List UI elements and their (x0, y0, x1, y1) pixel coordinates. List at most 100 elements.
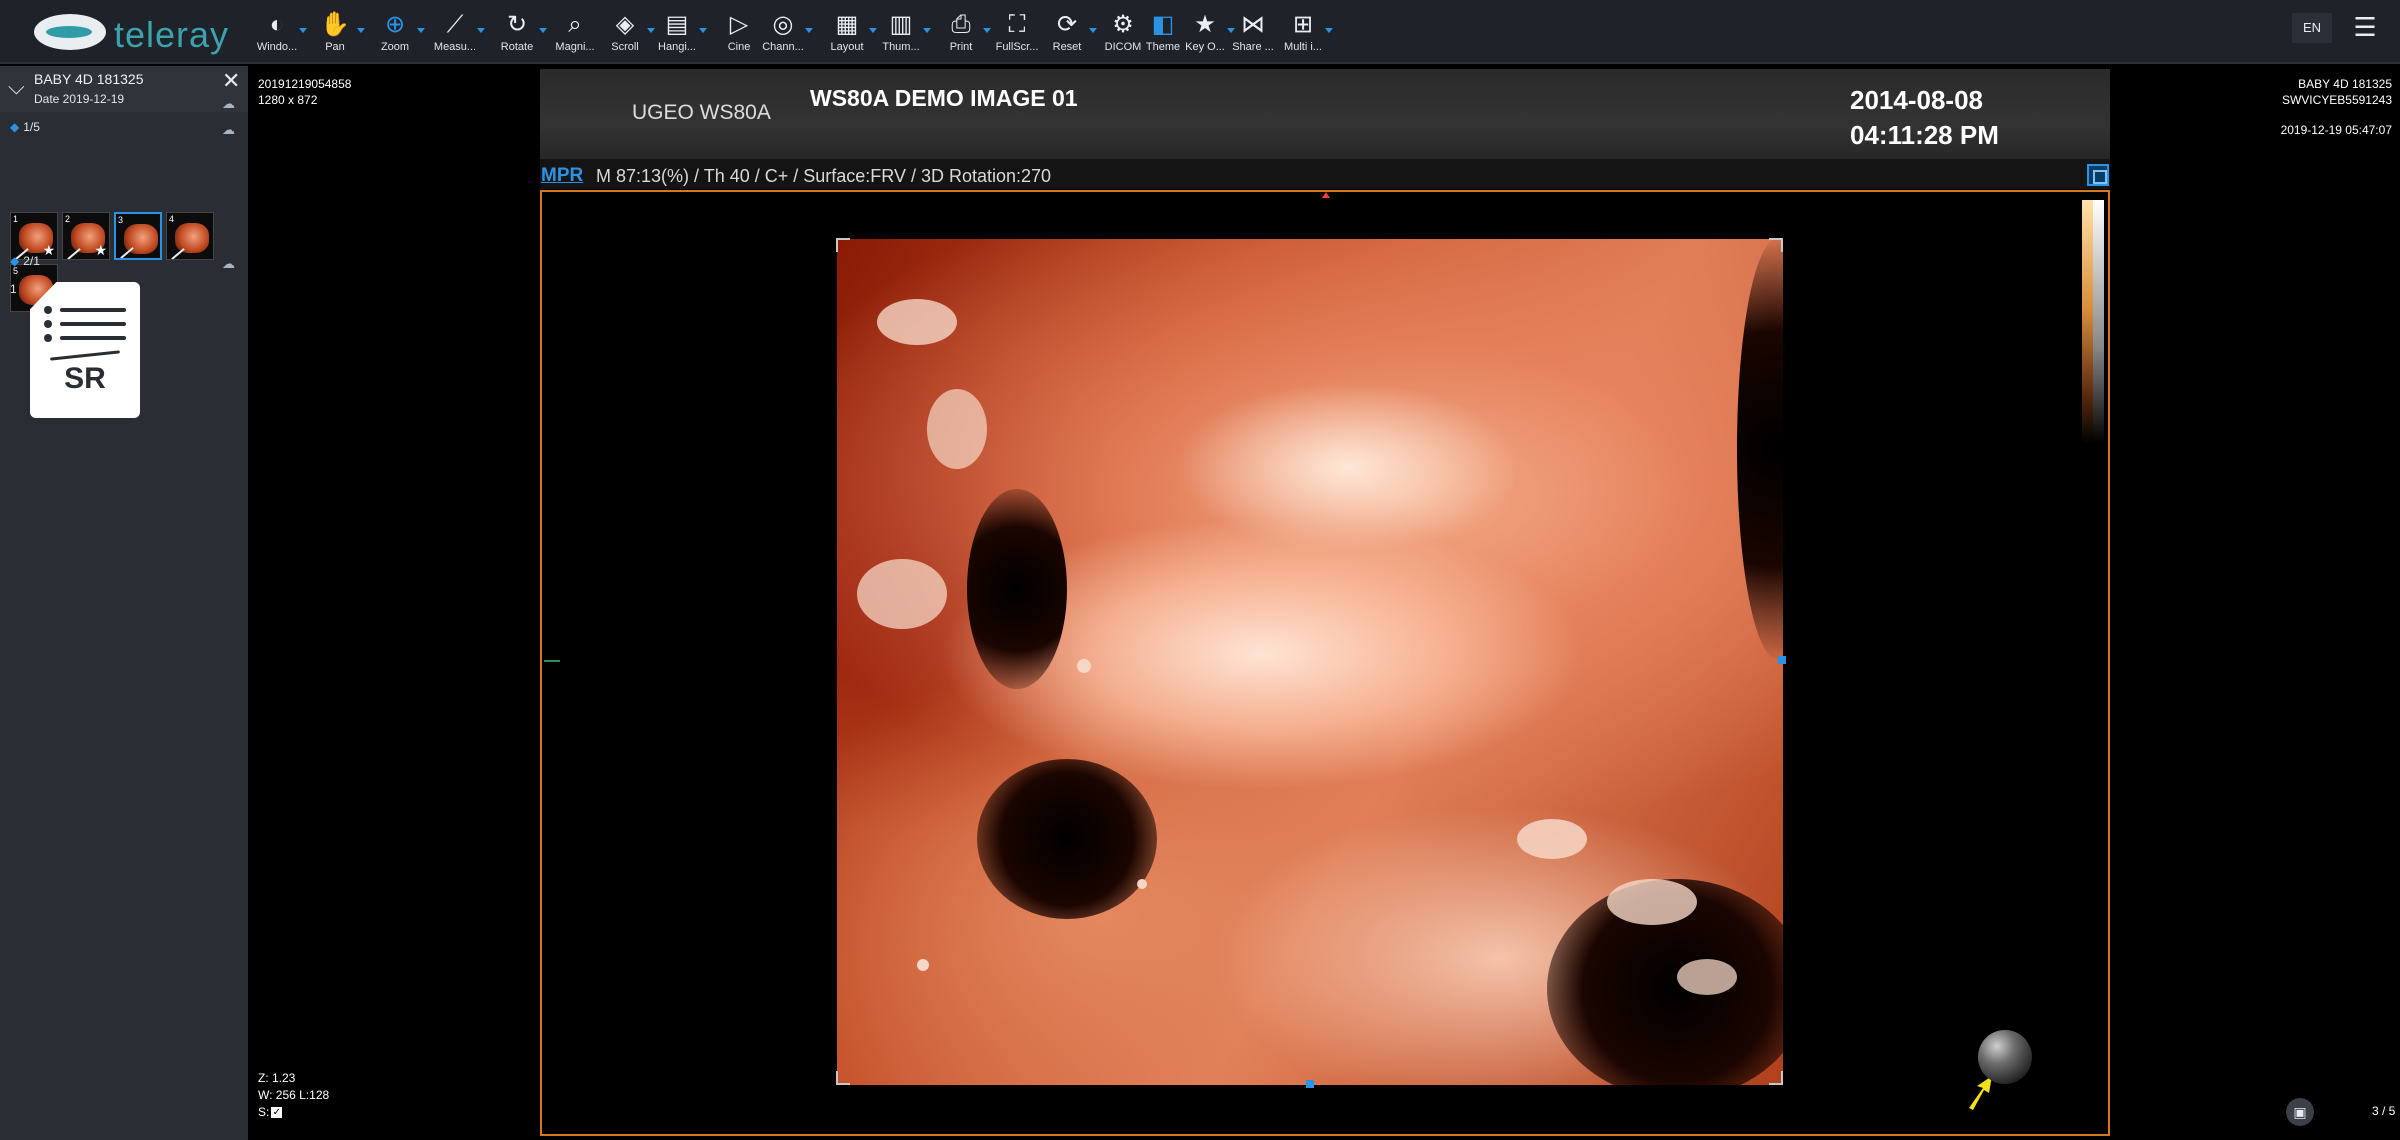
image-pager: 3 / 5 (2372, 1104, 2396, 1118)
pointer-arrow-icon (1969, 1076, 1992, 1110)
reset-icon: ⟳ (1056, 11, 1078, 38)
rotate-icon: ↻ (506, 11, 528, 38)
image-size: 1280 x 872 (258, 93, 318, 107)
s-checkbox[interactable]: ✓ (271, 1107, 283, 1119)
series-thumbnail[interactable]: 1 ★ (10, 212, 58, 260)
toolbar-label: Hangi... (658, 41, 696, 53)
series-thumbnail[interactable]: 4 (166, 212, 214, 260)
toolbar-label: Pan (325, 41, 345, 53)
thumbnail-number: 3 (118, 215, 124, 225)
toolbar-button[interactable]: ◐ Windo... (247, 10, 307, 56)
series-thumbnail[interactable]: 2 ★ (62, 212, 110, 260)
crop-handle-bottom[interactable] (1306, 1080, 1314, 1088)
toolbar-label: Print (949, 41, 973, 53)
caret-down-icon[interactable] (699, 28, 707, 33)
series-2-header[interactable]: ◆ 2/1 (10, 254, 40, 268)
save-icon[interactable]: ▣ (2286, 1098, 2314, 1126)
toolbar-button[interactable]: ◈ Scroll (595, 10, 655, 56)
caret-down-icon[interactable] (805, 28, 813, 33)
thumbnail-image (175, 223, 209, 253)
layers-icon: ◈ (615, 11, 635, 38)
measurement-icon (67, 248, 81, 259)
key-image-star-icon: ★ (94, 242, 107, 258)
crop-handle-right[interactable] (1778, 656, 1786, 664)
thumbnail-number: 1 (13, 214, 19, 224)
patient-info-top-right: BABY 4D 181325 SWVICYEB5591243 2019-12-1… (2281, 76, 2392, 138)
layers-icon: ◆ (10, 254, 20, 268)
image-title: WS80A DEMO IMAGE 01 (810, 85, 1078, 111)
image-id: 20191219054858 (258, 77, 352, 91)
caret-down-icon[interactable] (1325, 28, 1333, 33)
render-frame[interactable] (540, 190, 2110, 1136)
study-header[interactable]: ⌵ BABY 4D 181325 Date 2019-12-19 ✕ (0, 66, 248, 112)
study-sidebar: ⌵ BABY 4D 181325 Date 2019-12-19 ✕ ☁ ◆ 1/… (0, 66, 248, 1140)
caret-down-icon[interactable] (417, 28, 425, 33)
orientation-ball-icon[interactable] (1978, 1030, 2032, 1084)
thumbnail-number: 4 (169, 214, 175, 224)
study-date: Date 2019-12-19 (34, 92, 125, 106)
color-scale-bar (2082, 200, 2104, 444)
toolbar-button[interactable]: ↻ Rotate (487, 10, 547, 56)
fit-window-icon[interactable] (2087, 164, 2109, 186)
acquisition-time: 04:11:28 PM (1850, 120, 1999, 150)
print-icon: ⎙ (951, 11, 971, 38)
toolbar-button[interactable]: ⊕ Zoom (365, 10, 425, 56)
settings-sliders-icon[interactable]: ☰ (2347, 12, 2383, 42)
channels-icon: ◎ (772, 11, 794, 38)
caret-down-icon[interactable] (477, 28, 485, 33)
image-viewport[interactable]: 20191219054858 1280 x 872 BABY 4D 181325… (250, 66, 2400, 1140)
toolbar-button[interactable]: ◎ Chann... (753, 10, 813, 56)
mpr-link[interactable]: MPR (541, 165, 583, 187)
toolbar-button[interactable]: ▥ Thum... (871, 10, 931, 56)
cloud-download-icon[interactable]: ☁ (222, 96, 240, 111)
hand-icon: ✋ (320, 11, 350, 38)
series-thumbnail[interactable]: 3 (114, 212, 162, 260)
crop-corner[interactable] (1769, 238, 1783, 252)
toolbar-label: Windo... (256, 41, 298, 53)
crop-corner[interactable] (836, 238, 850, 252)
image-info-bottom-left: Z: 1.23 W: 256 L:128 S: ✓ (258, 1070, 329, 1121)
patient-id: SWVICYEB5591243 (2281, 93, 2392, 107)
toolbar-button[interactable]: ✋ Pan (305, 10, 365, 56)
close-icon[interactable]: ✕ (222, 68, 240, 94)
caret-down-icon[interactable] (357, 28, 365, 33)
acquisition-date: 2014-08-08 (1850, 85, 1983, 115)
toolbar-button[interactable]: ⟳ Reset (1037, 10, 1097, 56)
caret-down-icon[interactable] (923, 28, 931, 33)
cloud-download-icon[interactable]: ☁ (222, 256, 240, 271)
top-orientation-marker (1322, 192, 1330, 198)
s-label: S: (258, 1105, 270, 1119)
structured-report-icon[interactable]: SR (30, 282, 140, 418)
toolbar-button[interactable]: ⟋ Measu... (425, 10, 485, 56)
patient-name: BABY 4D 181325 (2298, 77, 2392, 91)
toolbar-label: Measu... (433, 41, 477, 53)
measurement-icon (171, 248, 185, 259)
image-banner: UGEO WS80A WS80A DEMO IMAGE 01 2014-08-0… (540, 69, 2110, 161)
machine-name: UGEO WS80A (632, 101, 771, 124)
language-button[interactable]: EN (2292, 13, 2332, 43)
toolbar-button[interactable]: ▤ Hangi... (647, 10, 707, 56)
window-level: W: 256 L:128 (258, 1088, 330, 1102)
series-1-header[interactable]: ◆ 1/5 (10, 120, 40, 134)
crop-corner[interactable] (1769, 1071, 1783, 1085)
grid-icon: ▦ (835, 11, 859, 38)
study-datetime: 2019-12-19 05:47:07 (2280, 123, 2392, 137)
toolbar-button[interactable]: ⊞ Multi i... (1273, 10, 1333, 56)
series-label: 2/1 (23, 254, 40, 268)
series-label: 1/5 (23, 120, 40, 134)
toolbar-button[interactable]: ▦ Layout (817, 10, 877, 56)
thumbnails-icon: ▥ (889, 11, 913, 38)
toolbar-label: Zoom (380, 41, 410, 53)
toolbar-label: Layout (830, 41, 864, 53)
crop-corner[interactable] (836, 1071, 850, 1085)
cloud-download-icon[interactable]: ☁ (222, 122, 240, 137)
toolbar-label: Rotate (500, 41, 534, 53)
3d-ultrasound-render[interactable] (837, 239, 1783, 1085)
toolbar-button[interactable]: ⎙ Print (931, 10, 991, 56)
report-label: SR (64, 362, 106, 395)
toolbar-label: Scroll (611, 41, 639, 53)
toolbar-label: Chann... (762, 41, 804, 53)
render-info-bar: MPR M 87:13(%) / Th 40 / C+ / Surface:FR… (540, 159, 2110, 189)
ruler-icon: ⟋ (446, 11, 464, 38)
chevron-down-icon[interactable]: ⌵ (8, 74, 25, 100)
